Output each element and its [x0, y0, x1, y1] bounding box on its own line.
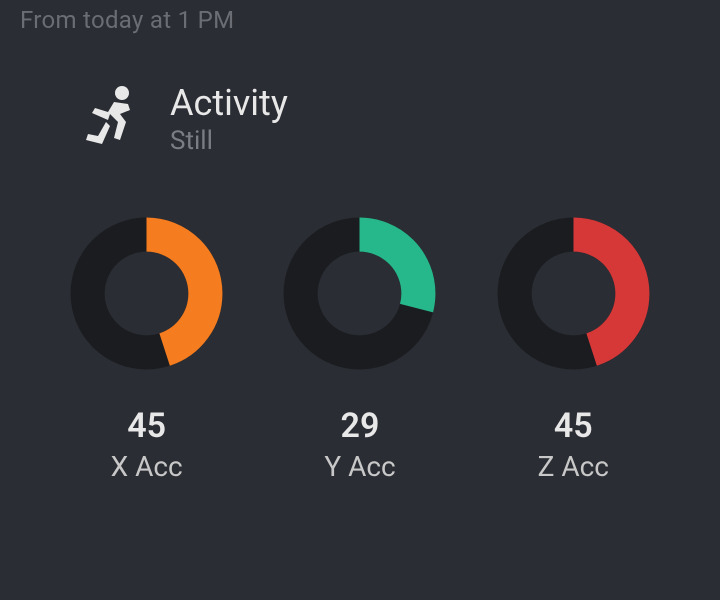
gauge-value: 45: [554, 406, 593, 446]
donut-gauge: [69, 216, 224, 371]
activity-header: Activity Still: [0, 34, 720, 156]
timestamp-header: From today at 1 PM: [0, 0, 720, 34]
donut-gauge: [282, 216, 437, 371]
gauge-label: Z Acc: [538, 450, 609, 483]
activity-title: Activity: [170, 84, 288, 124]
gauge-label: Y Acc: [324, 450, 395, 483]
gauge-z-acc: 45 Z Acc: [496, 216, 651, 483]
donut-gauge: [496, 216, 651, 371]
gauges-row: 45 X Acc 29 Y Acc 45 Z Acc: [0, 156, 720, 483]
gauge-label: X Acc: [111, 450, 183, 483]
gauge-value: 45: [127, 406, 166, 446]
gauge-value: 29: [341, 406, 380, 446]
gauge-x-acc: 45 X Acc: [69, 216, 224, 483]
activity-status: Still: [170, 126, 288, 156]
gauge-y-acc: 29 Y Acc: [282, 216, 437, 483]
running-person-icon: [80, 84, 140, 154]
